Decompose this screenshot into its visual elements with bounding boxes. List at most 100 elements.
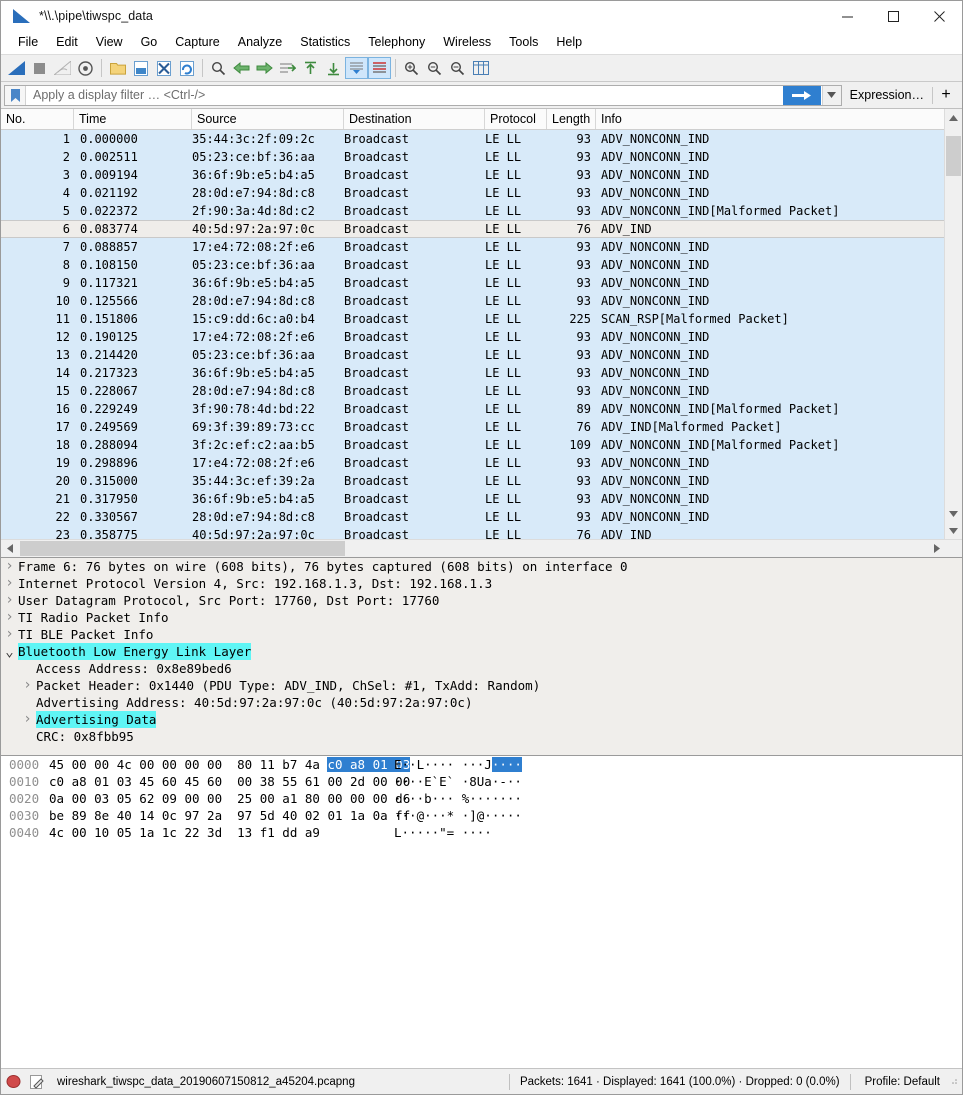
- hex-line[interactable]: 00404c 00 10 05 1a 1c 22 3d 13 f1 dd a9L…: [1, 824, 962, 841]
- chevron-right-icon[interactable]: ›: [19, 677, 36, 694]
- packet-list-horizontal-scrollbar[interactable]: [1, 539, 962, 557]
- chevron-right-icon[interactable]: ›: [1, 575, 18, 592]
- packet-bytes-pane[interactable]: 000045 00 00 4c 00 00 00 00 80 11 b7 4a …: [1, 756, 962, 1068]
- column-header-info[interactable]: Info: [596, 109, 944, 129]
- menu-capture[interactable]: Capture: [166, 32, 228, 53]
- table-row[interactable]: 80.10815005:23:ce:bf:36:aaBroadcastLE LL…: [1, 256, 944, 274]
- column-header-no[interactable]: No.: [1, 109, 74, 129]
- maximize-icon[interactable]: [870, 1, 916, 31]
- scroll-down-icon[interactable]: [945, 522, 962, 539]
- zoom-reset-icon[interactable]: [446, 57, 469, 79]
- search-input[interactable]: Apply a display filter … <Ctrl-/>: [4, 85, 842, 106]
- apply-filter-arrow-icon[interactable]: [783, 86, 821, 105]
- minimize-icon[interactable]: [824, 1, 870, 31]
- go-to-first-packet-icon[interactable]: [299, 57, 322, 79]
- detail-tree-node[interactable]: Advertising Address: 40:5d:97:2a:97:0c (…: [1, 694, 962, 711]
- menu-go[interactable]: Go: [132, 32, 167, 53]
- scroll-left-icon[interactable]: [1, 540, 18, 557]
- table-row[interactable]: 140.21732336:6f:9b:e5:b4:a5BroadcastLE L…: [1, 364, 944, 382]
- column-header-destination[interactable]: Destination: [344, 109, 485, 129]
- edit-comment-icon[interactable]: [25, 1075, 49, 1089]
- go-back-icon[interactable]: [230, 57, 253, 79]
- colorize-packets-icon[interactable]: [368, 57, 391, 79]
- hex-line[interactable]: 0010c0 a8 01 03 45 60 45 60 00 38 55 61 …: [1, 773, 962, 790]
- table-row[interactable]: 20.00251105:23:ce:bf:36:aaBroadcastLE LL…: [1, 148, 944, 166]
- hex-line[interactable]: 000045 00 00 4c 00 00 00 00 80 11 b7 4a …: [1, 756, 962, 773]
- scroll-down-mid-icon[interactable]: [945, 505, 962, 522]
- hscrollbar-thumb[interactable]: [20, 541, 345, 556]
- menu-help[interactable]: Help: [547, 32, 591, 53]
- table-row[interactable]: 160.2292493f:90:78:4d:bd:22BroadcastLE L…: [1, 400, 944, 418]
- open-file-icon[interactable]: [106, 57, 129, 79]
- detail-tree-node[interactable]: ›User Datagram Protocol, Src Port: 17760…: [1, 592, 962, 609]
- zoom-in-icon[interactable]: [400, 57, 423, 79]
- table-row[interactable]: 70.08885717:e4:72:08:2f:e6BroadcastLE LL…: [1, 238, 944, 256]
- table-row[interactable]: 100.12556628:0d:e7:94:8d:c8BroadcastLE L…: [1, 292, 944, 310]
- go-forward-icon[interactable]: [253, 57, 276, 79]
- column-header-length[interactable]: Length: [547, 109, 596, 129]
- packet-detail-pane[interactable]: ›Frame 6: 76 bytes on wire (608 bits), 7…: [1, 558, 962, 756]
- detail-tree-node[interactable]: ›Frame 6: 76 bytes on wire (608 bits), 7…: [1, 558, 962, 575]
- hex-line[interactable]: 00200a 00 03 05 62 09 00 00 25 00 a1 80 …: [1, 790, 962, 807]
- capture-status-red-icon[interactable]: [1, 1074, 25, 1089]
- go-to-packet-icon[interactable]: [276, 57, 299, 79]
- hscrollbar-track[interactable]: [18, 540, 928, 557]
- table-row[interactable]: 180.2880943f:2c:ef:c2:aa:b5BroadcastLE L…: [1, 436, 944, 454]
- resize-columns-icon[interactable]: [469, 57, 492, 79]
- chevron-right-icon[interactable]: ›: [1, 592, 18, 609]
- go-to-last-packet-icon[interactable]: [322, 57, 345, 79]
- profile-label[interactable]: Profile: Default: [857, 1076, 948, 1088]
- table-row[interactable]: 40.02119228:0d:e7:94:8d:c8BroadcastLE LL…: [1, 184, 944, 202]
- menu-telephony[interactable]: Telephony: [359, 32, 434, 53]
- find-packet-icon[interactable]: [207, 57, 230, 79]
- close-icon[interactable]: [916, 1, 962, 31]
- add-filter-button[interactable]: +: [933, 86, 959, 104]
- reload-file-icon[interactable]: [175, 57, 198, 79]
- column-header-protocol[interactable]: Protocol: [485, 109, 547, 129]
- table-row[interactable]: 210.31795036:6f:9b:e5:b4:a5BroadcastLE L…: [1, 490, 944, 508]
- menu-file[interactable]: File: [9, 32, 47, 53]
- chevron-right-icon[interactable]: ›: [1, 626, 18, 643]
- detail-tree-node[interactable]: ›Advertising Data: [1, 711, 962, 728]
- restart-capture-icon[interactable]: [51, 57, 74, 79]
- bookmark-icon[interactable]: [5, 86, 26, 105]
- menu-wireless[interactable]: Wireless: [434, 32, 500, 53]
- chevron-down-icon[interactable]: ⌄: [1, 647, 18, 657]
- scroll-right-icon[interactable]: [928, 540, 945, 557]
- capture-options-icon[interactable]: [74, 57, 97, 79]
- resize-grip-icon[interactable]: [948, 1075, 962, 1089]
- menu-tools[interactable]: Tools: [500, 32, 547, 53]
- scrollbar-thumb[interactable]: [946, 136, 961, 176]
- table-row[interactable]: 90.11732136:6f:9b:e5:b4:a5BroadcastLE LL…: [1, 274, 944, 292]
- chevron-right-icon[interactable]: ›: [19, 711, 36, 728]
- table-row[interactable]: 130.21442005:23:ce:bf:36:aaBroadcastLE L…: [1, 346, 944, 364]
- menu-statistics[interactable]: Statistics: [291, 32, 359, 53]
- filter-expression-button[interactable]: Expression…: [842, 88, 932, 102]
- column-header-time[interactable]: Time: [74, 109, 192, 129]
- table-row[interactable]: 50.0223722f:90:3a:4d:8d:c2BroadcastLE LL…: [1, 202, 944, 220]
- column-header-source[interactable]: Source: [192, 109, 344, 129]
- table-row[interactable]: 170.24956969:3f:39:89:73:ccBroadcastLE L…: [1, 418, 944, 436]
- table-row[interactable]: 150.22806728:0d:e7:94:8d:c8BroadcastLE L…: [1, 382, 944, 400]
- stop-capture-icon[interactable]: [28, 57, 51, 79]
- chevron-down-icon[interactable]: [822, 86, 841, 105]
- detail-tree-node[interactable]: ›Packet Header: 0x1440 (PDU Type: ADV_IN…: [1, 677, 962, 694]
- table-row[interactable]: 10.00000035:44:3c:2f:09:2cBroadcastLE LL…: [1, 130, 944, 148]
- table-row[interactable]: 220.33056728:0d:e7:94:8d:c8BroadcastLE L…: [1, 508, 944, 526]
- close-file-icon[interactable]: [152, 57, 175, 79]
- chevron-right-icon[interactable]: ›: [1, 558, 18, 575]
- table-row[interactable]: 190.29889617:e4:72:08:2f:e6BroadcastLE L…: [1, 454, 944, 472]
- menu-analyze[interactable]: Analyze: [229, 32, 291, 53]
- hex-line[interactable]: 0030be 89 8e 40 14 0c 97 2a 97 5d 40 02 …: [1, 807, 962, 824]
- menu-edit[interactable]: Edit: [47, 32, 87, 53]
- zoom-out-icon[interactable]: [423, 57, 446, 79]
- detail-tree-node[interactable]: ›TI Radio Packet Info: [1, 609, 962, 626]
- start-capture-icon[interactable]: [5, 57, 28, 79]
- table-row[interactable]: 60.08377440:5d:97:2a:97:0cBroadcastLE LL…: [1, 220, 944, 238]
- table-row[interactable]: 110.15180615:c9:dd:6c:a0:b4BroadcastLE L…: [1, 310, 944, 328]
- detail-tree-node[interactable]: ›Internet Protocol Version 4, Src: 192.1…: [1, 575, 962, 592]
- scrollbar-track[interactable]: [945, 126, 962, 505]
- table-row[interactable]: 120.19012517:e4:72:08:2f:e6BroadcastLE L…: [1, 328, 944, 346]
- save-file-icon[interactable]: [129, 57, 152, 79]
- chevron-right-icon[interactable]: ›: [1, 609, 18, 626]
